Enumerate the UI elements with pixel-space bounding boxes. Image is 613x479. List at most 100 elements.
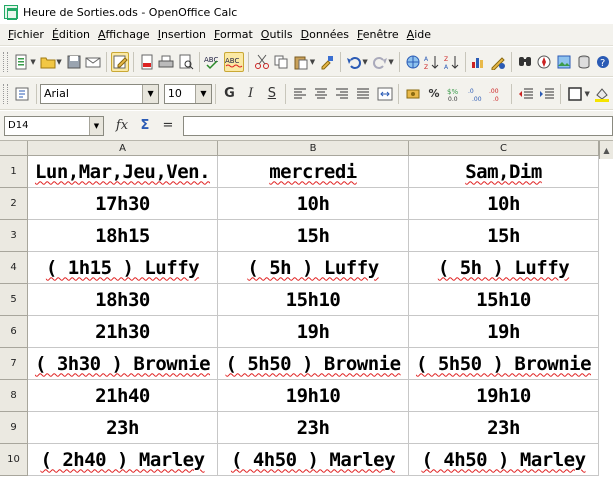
redo-dropdown-icon[interactable]: ▼ — [388, 58, 393, 66]
copy-icon[interactable] — [272, 52, 290, 72]
menu-edition[interactable]: Édition — [48, 28, 94, 41]
bold-icon[interactable]: G — [220, 84, 239, 104]
undo-icon[interactable] — [345, 52, 363, 72]
cell-b2[interactable]: 10h — [218, 188, 409, 220]
paste-icon[interactable] — [292, 52, 310, 72]
cell-b7[interactable]: ( 5h50 ) Brownie — [218, 348, 409, 380]
cell-a6[interactable]: 21h30 — [28, 316, 218, 348]
menu-aide[interactable]: Aide — [403, 28, 435, 41]
open-dropdown-icon[interactable]: ▼ — [56, 58, 61, 66]
increase-indent-icon[interactable] — [537, 84, 556, 104]
menu-fenetre[interactable]: Fenêtre — [353, 28, 403, 41]
auto-spellcheck-icon[interactable]: ABC — [223, 51, 244, 72]
name-box[interactable]: D14 ▼ — [4, 115, 104, 136]
formula-input[interactable] — [183, 116, 613, 136]
help-icon[interactable]: ? — [595, 52, 613, 72]
spellcheck-icon[interactable]: ABC — [204, 52, 222, 72]
paste-dropdown-icon[interactable]: ▼ — [310, 58, 315, 66]
borders-icon[interactable] — [565, 84, 584, 104]
navigator-icon[interactable] — [536, 52, 554, 72]
styles-formatting-icon[interactable] — [13, 84, 32, 104]
background-color-icon[interactable] — [593, 84, 612, 104]
save-icon[interactable] — [65, 52, 83, 72]
sort-ascending-icon[interactable]: AZ — [423, 52, 441, 72]
align-left-icon[interactable] — [290, 84, 309, 104]
cell-c10[interactable]: ( 4h50 ) Marley — [409, 444, 599, 476]
cell-b3[interactable]: 15h — [218, 220, 409, 252]
cell-b5[interactable]: 15h10 — [218, 284, 409, 316]
column-header-c[interactable]: C — [409, 141, 599, 156]
select-all-corner[interactable] — [0, 141, 28, 156]
row-header-5[interactable]: 5 — [0, 284, 28, 316]
cell-c7[interactable]: ( 5h50 ) Brownie — [409, 348, 599, 380]
row-header-6[interactable]: 6 — [0, 316, 28, 348]
number-format-currency-icon[interactable] — [403, 84, 422, 104]
cell-c9[interactable]: 23h — [409, 412, 599, 444]
cell-a8[interactable]: 21h40 — [28, 380, 218, 412]
print-preview-icon[interactable] — [177, 52, 195, 72]
column-header-a[interactable]: A — [28, 141, 218, 156]
justify-icon[interactable] — [354, 84, 373, 104]
add-decimal-place-icon[interactable]: .0.00 — [467, 84, 486, 104]
cell-b4[interactable]: ( 5h ) Luffy — [218, 252, 409, 284]
cell-a4[interactable]: ( 1h15 ) Luffy — [28, 252, 218, 284]
insert-chart-icon[interactable] — [470, 52, 488, 72]
email-icon[interactable] — [84, 52, 102, 72]
cut-icon[interactable] — [253, 52, 271, 72]
column-header-b[interactable]: B — [218, 141, 409, 156]
toolbar-grip[interactable] — [3, 83, 8, 104]
cell-c8[interactable]: 19h10 — [409, 380, 599, 412]
cell-a3[interactable]: 18h15 — [28, 220, 218, 252]
italic-icon[interactable]: I — [241, 84, 260, 104]
cell-a5[interactable]: 18h30 — [28, 284, 218, 316]
cell-a7[interactable]: ( 3h30 ) Brownie — [28, 348, 218, 380]
row-header-10[interactable]: 10 — [0, 444, 28, 476]
function-wizard-icon[interactable]: fx — [112, 116, 132, 136]
cell-b1[interactable]: mercredi — [218, 156, 409, 188]
menu-fichier[interactable]: Fichier — [4, 28, 48, 41]
number-format-percent-icon[interactable]: % — [424, 84, 443, 104]
new-document-icon[interactable] — [13, 52, 31, 72]
sum-icon[interactable]: Σ — [135, 116, 155, 136]
cell-b8[interactable]: 19h10 — [218, 380, 409, 412]
function-equals-icon[interactable]: = — [158, 116, 178, 136]
gallery-icon[interactable] — [555, 52, 573, 72]
row-header-8[interactable]: 8 — [0, 380, 28, 412]
number-format-standard-icon[interactable]: $% 0.0 — [446, 84, 465, 104]
export-pdf-icon[interactable] — [138, 52, 156, 72]
font-size-combo[interactable]: 10 ▼ — [163, 83, 212, 104]
row-header-2[interactable]: 2 — [0, 188, 28, 220]
show-draw-functions-icon[interactable] — [489, 52, 507, 72]
menu-donnees[interactable]: Données — [297, 28, 353, 41]
menu-outils[interactable]: Outils — [257, 28, 297, 41]
clone-formatting-icon[interactable] — [318, 52, 336, 72]
hyperlink-icon[interactable] — [404, 52, 422, 72]
merge-cells-icon[interactable] — [375, 84, 394, 104]
chevron-down-icon[interactable]: ▼ — [194, 84, 211, 103]
cell-c6[interactable]: 19h — [409, 316, 599, 348]
print-icon[interactable] — [158, 52, 176, 72]
cell-c5[interactable]: 15h10 — [409, 284, 599, 316]
scroll-up-icon[interactable]: ▲ — [599, 141, 613, 159]
align-right-icon[interactable] — [333, 84, 352, 104]
cell-a10[interactable]: ( 2h40 ) Marley — [28, 444, 218, 476]
row-header-4[interactable]: 4 — [0, 252, 28, 284]
chevron-down-icon[interactable]: ▼ — [142, 84, 159, 103]
cell-c2[interactable]: 10h — [409, 188, 599, 220]
underline-icon[interactable]: S — [262, 84, 281, 104]
chevron-down-icon[interactable]: ▼ — [89, 116, 103, 135]
cell-b9[interactable]: 23h — [218, 412, 409, 444]
align-center-icon[interactable] — [312, 84, 331, 104]
cell-c1[interactable]: Sam,Dim — [409, 156, 599, 188]
row-header-7[interactable]: 7 — [0, 348, 28, 380]
sort-descending-icon[interactable]: ZA — [443, 52, 461, 72]
cell-b6[interactable]: 19h — [218, 316, 409, 348]
toolbar-grip[interactable] — [3, 51, 8, 72]
open-folder-icon[interactable] — [39, 52, 57, 72]
menu-format[interactable]: Format — [210, 28, 257, 41]
redo-icon[interactable] — [371, 52, 389, 72]
font-name-combo[interactable]: Arial ▼ — [40, 83, 160, 104]
cell-c4[interactable]: ( 5h ) Luffy — [409, 252, 599, 284]
edit-file-icon[interactable] — [111, 51, 130, 72]
undo-dropdown-icon[interactable]: ▼ — [362, 58, 367, 66]
